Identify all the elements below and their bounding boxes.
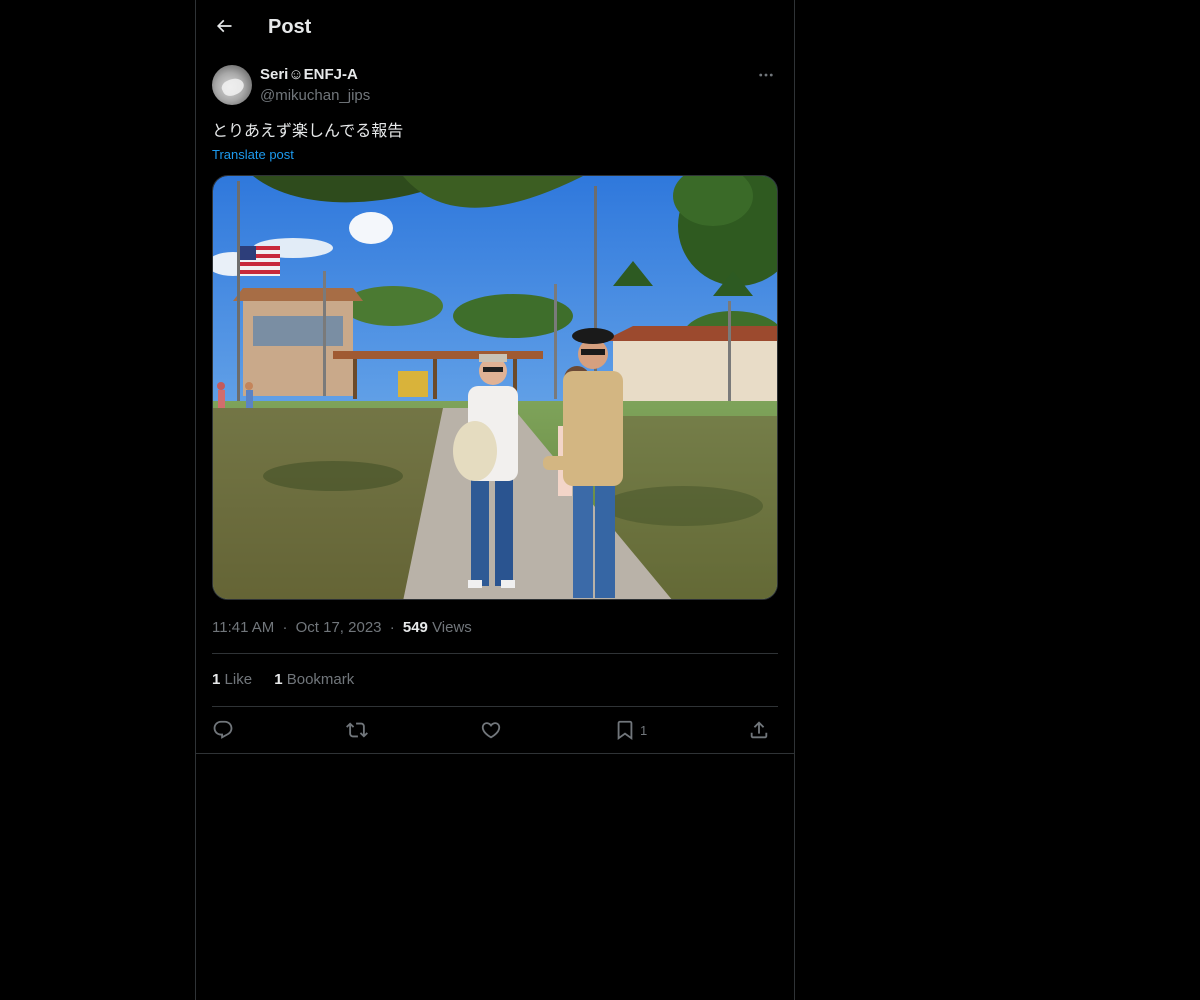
post-stats: 1 Like 1 Bookmark	[212, 670, 372, 690]
bookmarks-count: 1	[274, 671, 283, 688]
post-author: Seri☺︎ENFJ-A @mikuchan_jips	[212, 65, 778, 107]
repost-button[interactable]	[346, 716, 368, 744]
bookmarks-stat[interactable]: 1 Bookmark	[274, 671, 354, 688]
divider	[196, 753, 794, 754]
likes-count: 1	[212, 671, 221, 688]
avatar[interactable]	[212, 65, 252, 105]
photo-family-park	[213, 176, 777, 599]
translate-post-link[interactable]: Translate post	[212, 146, 294, 164]
repost-icon	[346, 722, 368, 738]
more-options-button[interactable]	[754, 65, 778, 85]
likes-label: Like	[224, 671, 253, 688]
primary-column: Post Seri☺︎ENFJ-A @mikuchan_jips とりあえず楽し…	[195, 0, 795, 1000]
page-title: Post	[268, 16, 312, 38]
like-button[interactable]	[480, 716, 502, 744]
share-button[interactable]	[748, 716, 770, 744]
post-photo[interactable]	[212, 175, 778, 600]
share-icon	[750, 721, 768, 739]
author-handle[interactable]: @mikuchan_jips	[260, 86, 370, 106]
top-bar: Post	[196, 0, 794, 54]
back-button[interactable]	[206, 8, 242, 44]
post-metadata: 11:41 AM · Oct 17, 2023 · 549 Views	[212, 618, 472, 638]
views-label: Views	[432, 619, 472, 636]
bookmark-button[interactable]: 1	[614, 716, 647, 744]
bookmarks-label: Bookmark	[286, 671, 355, 688]
post-time[interactable]: 11:41 AM	[212, 619, 274, 636]
reply-button[interactable]	[212, 716, 234, 744]
bookmark-icon	[617, 720, 633, 741]
post-text: とりあえず楽しんでる報告	[212, 121, 404, 140]
meta-separator: ·	[282, 619, 288, 636]
more-horizontal-icon	[759, 73, 773, 77]
divider	[212, 653, 778, 654]
meta-separator: ·	[389, 619, 395, 636]
arrow-left-icon	[216, 19, 232, 33]
likes-stat[interactable]: 1 Like	[212, 671, 252, 688]
heart-icon	[481, 722, 501, 739]
post-date[interactable]: Oct 17, 2023	[296, 619, 382, 636]
divider	[212, 706, 778, 707]
reply-icon	[213, 720, 233, 739]
author-display-name[interactable]: Seri☺︎ENFJ-A	[260, 65, 358, 85]
post-actions-bar: 1	[212, 716, 778, 744]
views-count: 549	[402, 619, 428, 636]
bookmark-action-count: 1	[640, 722, 648, 738]
